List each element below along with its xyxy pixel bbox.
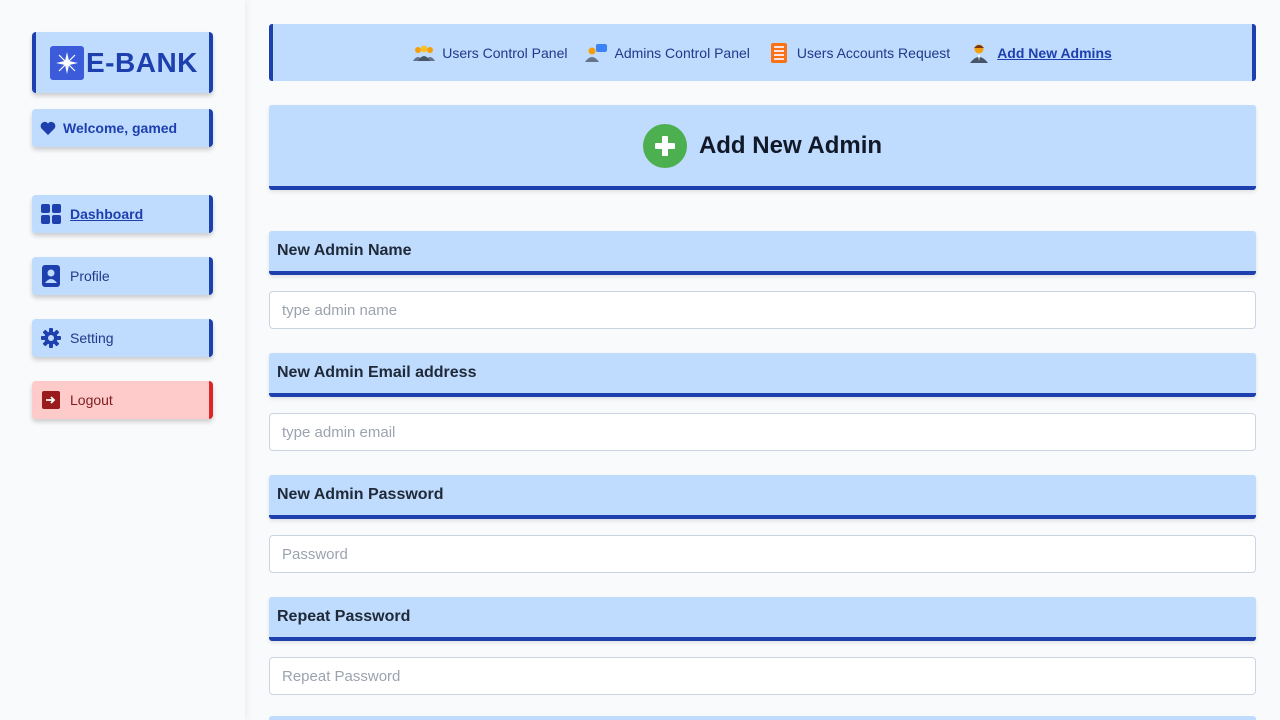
- sidebar-item-logout[interactable]: Logout: [32, 381, 213, 419]
- admin-email-input[interactable]: [269, 413, 1256, 451]
- nav-item-label: Add New Admins: [997, 44, 1112, 61]
- nav-admins-control-panel[interactable]: Admins Control Panel: [585, 43, 750, 63]
- dashboard-icon: [40, 203, 62, 225]
- admin-password-input[interactable]: [269, 535, 1256, 573]
- sidebar-item-label: Logout: [70, 392, 113, 408]
- logout-icon: [40, 389, 62, 411]
- sidebar-item-label: Dashboard: [70, 206, 144, 222]
- sidebar-item-label: Setting: [70, 330, 114, 346]
- brand-name: E-BANK: [86, 46, 198, 78]
- users-group-icon: [413, 43, 436, 63]
- nav-item-label: Users Accounts Request: [796, 44, 951, 61]
- admin-name-input[interactable]: [269, 291, 1256, 329]
- admin-email-label: New Admin Email address: [269, 353, 1256, 397]
- welcome-badge: Welcome, gamed: [32, 109, 213, 147]
- sidebar-item-setting[interactable]: Setting: [32, 319, 213, 357]
- gear-icon: [40, 327, 62, 349]
- profile-icon: [40, 265, 62, 287]
- sidebar: E-BANK Welcome, gamed Dashboard Profile: [0, 0, 245, 720]
- nav-users-accounts-request[interactable]: Users Accounts Request: [768, 42, 951, 63]
- admin-name-label: New Admin Name: [269, 231, 1256, 275]
- next-section-edge: [269, 716, 1256, 720]
- brand-logo[interactable]: E-BANK: [32, 32, 213, 93]
- nav-item-label: Admins Control Panel: [614, 44, 750, 61]
- welcome-text: Welcome, gamed: [63, 120, 178, 136]
- accounts-request-icon: [768, 42, 790, 63]
- sparkle-icon: [50, 45, 84, 80]
- repeat-password-label: Repeat Password: [269, 597, 1256, 641]
- sidebar-item-dashboard[interactable]: Dashboard: [32, 195, 213, 233]
- page-title: Add New Admin: [698, 131, 883, 159]
- top-nav: Users Control Panel Admins Control Panel…: [269, 24, 1256, 81]
- repeat-password-input[interactable]: [269, 657, 1256, 695]
- sidebar-item-profile[interactable]: Profile: [32, 257, 213, 295]
- nav-users-control-panel[interactable]: Users Control Panel: [413, 43, 567, 63]
- admin-password-label: New Admin Password: [269, 475, 1256, 519]
- nav-add-new-admins[interactable]: Add New Admins: [968, 43, 1112, 63]
- plus-circle-icon: [642, 123, 687, 168]
- admins-icon: [585, 43, 608, 63]
- nav-item-label: Users Control Panel: [442, 44, 568, 61]
- page-header: Add New Admin: [269, 105, 1256, 190]
- sidebar-item-label: Profile: [70, 268, 110, 284]
- heart-icon: [40, 117, 56, 139]
- admin-person-icon: [968, 43, 990, 63]
